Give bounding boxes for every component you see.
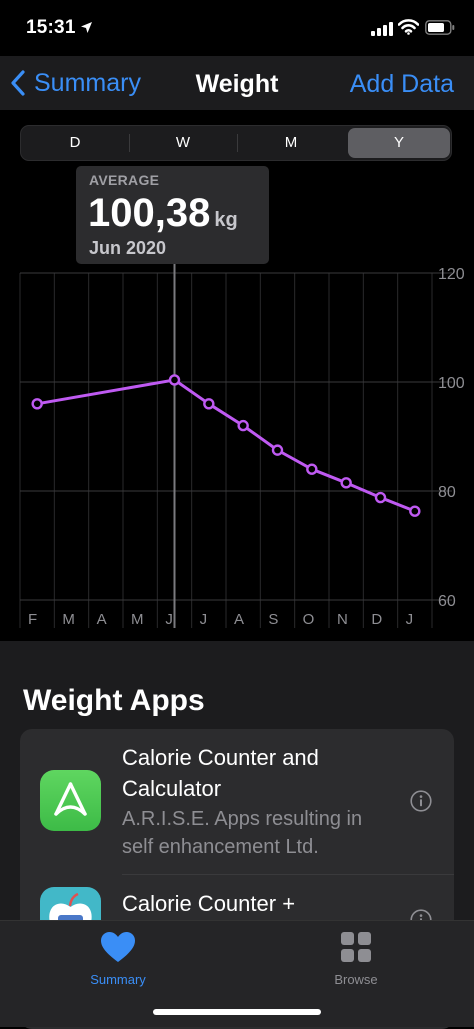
period-segmented-control: D W M Y [20,125,452,161]
data-point [203,398,215,410]
home-indicator [153,1009,321,1015]
data-point [409,505,421,517]
section-title: Weight Apps [23,684,205,717]
app-name: Calorie Counter and Calculator [122,745,319,801]
data-point [271,444,284,456]
grid-icon [341,932,371,962]
navigation-bar: Summary Weight Add Data [0,56,474,110]
data-point [306,463,318,475]
back-button[interactable]: Summary [10,66,141,100]
tooltip-value: 100,38 kg [88,191,238,236]
x-tick-label: O [303,611,315,628]
add-data-button[interactable]: Add Data [350,70,454,99]
segment-week[interactable]: W [129,126,237,160]
x-tick-label: J [165,611,173,628]
tab-browse-label: Browse [334,972,378,987]
tooltip-unit: kg [214,209,238,231]
heart-icon [101,932,135,962]
back-button-label: Summary [34,68,141,97]
segment-year[interactable]: Y [348,128,450,158]
wifi-icon [398,19,419,35]
segment-day[interactable]: D [21,126,129,160]
y-tick-label: 60 [438,593,456,610]
chevron-left-icon [11,70,25,96]
tooltip-value-number: 100,38 [88,191,211,235]
data-point [340,477,352,489]
data-point [168,374,181,386]
segment-month[interactable]: M [237,126,345,160]
status-time: 15:31 [26,17,76,38]
location-arrow-icon [81,22,92,33]
tab-browse[interactable]: Browse [296,931,416,987]
app-row[interactable]: Calorie Counter and Calculator A.R.I.S.E… [20,729,454,874]
data-point [374,491,387,504]
tooltip-date: Jun 2020 [89,238,167,258]
app-developer: A.R.I.S.E. Apps resulting in self enhanc… [122,808,363,858]
status-bar: 15:31 [0,0,474,56]
x-tick-label: J [200,611,208,628]
x-tick-label: D [371,611,382,628]
tab-summary[interactable]: Summary [58,931,178,987]
average-tooltip: AVERAGE 100,38 kg Jun 2020 [76,166,269,264]
x-tick-label: S [268,611,278,628]
tab-summary-label: Summary [90,972,146,987]
y-tick-label: 80 [438,484,456,501]
x-tick-label: A [97,611,107,628]
y-tick-label: 100 [438,375,465,392]
data-point [31,398,43,410]
y-tick-label: 120 [438,266,465,283]
arise-logo-icon [54,782,87,816]
battery-icon [425,20,455,35]
x-tick-label: M [62,611,74,628]
x-tick-label: J [406,611,414,628]
app-icon-calorie-counter [40,770,101,831]
app-name: Calorie Counter + [122,891,296,916]
tooltip-label: AVERAGE [89,172,160,188]
x-tick-label: N [337,611,348,628]
page-title: Weight [195,70,279,98]
x-tick-label: A [234,611,244,628]
x-tick-label: F [28,611,37,628]
cellular-signal-icon [371,22,393,36]
data-point [237,419,249,432]
info-icon[interactable] [410,790,432,812]
x-tick-label: M [131,611,144,628]
